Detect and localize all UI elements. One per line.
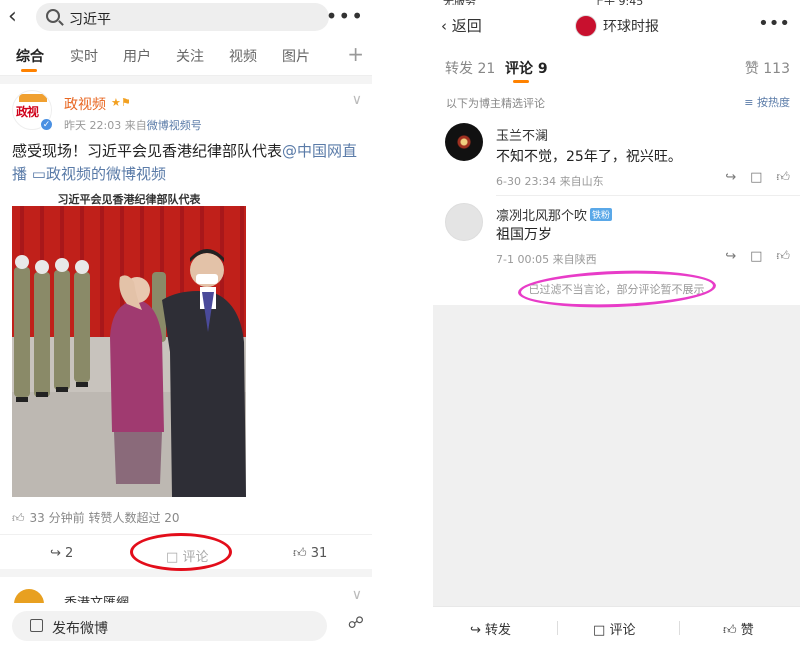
- back-button[interactable]: ‹ 返回: [441, 15, 482, 36]
- back-icon[interactable]: ‹: [8, 6, 17, 28]
- post-card: 政视 ✓ 政视频 ★⚑ 昨天 22:03 来自微博视频号 ∨ 感受现场！习近平会…: [0, 84, 372, 569]
- account-logo: [575, 15, 597, 37]
- divider: [679, 621, 680, 635]
- like-icon: 👍︎: [723, 623, 737, 638]
- divider: [496, 195, 800, 196]
- tab-comments[interactable]: 评论 9: [505, 58, 548, 78]
- post-time: 昨天 22:03: [64, 119, 122, 132]
- search-query: 习近平: [69, 12, 111, 28]
- post-source[interactable]: 微博视频号: [147, 119, 202, 132]
- logo-text: 政视: [16, 105, 39, 119]
- comment-icon[interactable]: □: [750, 170, 762, 185]
- search-tabs: 综合 实时 用户 关注 视频 图片 +: [0, 36, 372, 76]
- comment-text: 不知不觉，25年了，祝兴旺。: [496, 149, 682, 165]
- comment-filter-row: 以下为博主精选评论 ≡ 按热度: [433, 85, 800, 115]
- post-stats: 👍︎ 33 分钟前 转赞人数超过 20: [12, 509, 180, 526]
- compose-icon: [30, 619, 43, 632]
- chevron-down-icon[interactable]: ∨: [352, 587, 362, 603]
- like-icon[interactable]: 👍︎: [776, 249, 790, 264]
- detail-bottom-bar: ↪ 转发 □ 评论 👍︎ 赞: [433, 606, 800, 647]
- comment-author[interactable]: 玉兰不澜: [496, 125, 548, 144]
- search-input[interactable]: 习近平: [36, 3, 329, 31]
- detail-header: ‹ 返回 环球时报 •••: [433, 5, 800, 45]
- active-tab-indicator: [513, 80, 529, 83]
- video-caption: 习近平会见香港纪律部队代表: [58, 192, 202, 206]
- active-tab-indicator: [21, 69, 37, 72]
- comment-icon[interactable]: □: [750, 249, 762, 264]
- author-name[interactable]: 政视频: [64, 94, 106, 114]
- comment-icon: □: [593, 623, 606, 638]
- avatar[interactable]: [445, 123, 483, 161]
- compose-label: 发布微博: [52, 621, 108, 637]
- thumb-icon: 👍︎: [12, 511, 25, 525]
- like-button[interactable]: 👍︎ 31: [293, 546, 327, 561]
- more-icon[interactable]: •••: [758, 13, 790, 34]
- like-icon[interactable]: 👍︎: [776, 170, 790, 185]
- selected-comments-note: 以下为博主精选评论: [446, 97, 545, 110]
- top-bar: ‹ 习近平 •••: [0, 0, 372, 36]
- comment-actions: ↪ □ 👍︎: [711, 249, 790, 264]
- post-detail-screen: 无服务 上午 9:45 ‹ 返回 环球时报 ••• 转发 21 评论 9 赞 1…: [433, 0, 800, 647]
- compose-button[interactable]: 发布微博: [12, 611, 327, 641]
- divider: [557, 621, 558, 635]
- fan-badge: 铁粉: [590, 208, 613, 221]
- add-tab-icon[interactable]: +: [347, 42, 364, 66]
- video-scene: 习近平会见香港纪律部队代表: [12, 192, 246, 497]
- comment-meta: 6-30 23:34 来自山东: [496, 175, 604, 188]
- share-icon[interactable]: ☍: [348, 613, 364, 632]
- comment-actions: ↪ □ 👍︎: [711, 170, 790, 185]
- post-text: 感受现场！习近平会见香港纪律部队代表@中国网直播 ▭政视频的微博视频: [12, 140, 362, 186]
- verified-icon: ✓: [40, 118, 53, 131]
- repost-button[interactable]: ↪ 转发: [470, 619, 511, 638]
- like-button[interactable]: 👍︎ 赞: [723, 619, 754, 638]
- video-link[interactable]: ▭政视频的微博视频: [32, 165, 166, 183]
- repost-icon: ↪: [50, 546, 61, 561]
- tab-images[interactable]: 图片: [282, 46, 310, 66]
- share-icon[interactable]: ↪: [725, 249, 736, 264]
- tab-likes[interactable]: 赞 113: [745, 58, 790, 78]
- video-thumbnail[interactable]: 习近平会见香港纪律部队代表: [12, 192, 246, 497]
- bottom-bar: 发布微博 ☍: [0, 603, 372, 647]
- logo-crown: [19, 94, 47, 102]
- tab-users[interactable]: 用户: [123, 46, 151, 66]
- tab-videos[interactable]: 视频: [229, 46, 257, 66]
- post-body: 感受现场！习近平会见香港纪律部队代表: [12, 142, 283, 160]
- comment-button[interactable]: □ 评论: [593, 619, 635, 638]
- post-meta: 昨天 22:03 来自微博视频号: [64, 117, 202, 133]
- chevron-down-icon[interactable]: ∨: [352, 92, 362, 108]
- stats-text: 33 分钟前 转赞人数超过 20: [29, 511, 180, 525]
- comment-author[interactable]: 凛冽北风那个吹 铁粉: [496, 205, 613, 224]
- comment-meta: 7-1 00:05 来自陕西: [496, 253, 597, 266]
- badge-icons: ★⚑: [111, 96, 131, 109]
- account-name[interactable]: 环球时报: [603, 16, 659, 36]
- tab-reposts[interactable]: 转发 21: [445, 58, 495, 78]
- post-from: 来自: [124, 119, 147, 132]
- tab-comprehensive[interactable]: 综合: [16, 46, 44, 66]
- search-icon: [46, 9, 60, 23]
- highlight-circle-red: [130, 533, 232, 571]
- more-icon[interactable]: •••: [326, 6, 364, 26]
- detail-tabs: 转发 21 评论 9 赞 113: [433, 45, 800, 85]
- sort-button[interactable]: ≡ 按热度: [744, 94, 790, 110]
- comment-text: 祖国万岁: [496, 227, 552, 243]
- repost-button[interactable]: ↪ 2: [50, 546, 73, 561]
- avatar[interactable]: [445, 203, 483, 241]
- share-icon[interactable]: ↪: [725, 170, 736, 185]
- tab-realtime[interactable]: 实时: [70, 46, 98, 66]
- tab-following[interactable]: 关注: [176, 46, 204, 66]
- like-icon: 👍︎: [293, 546, 307, 561]
- repost-icon: ↪: [470, 623, 481, 638]
